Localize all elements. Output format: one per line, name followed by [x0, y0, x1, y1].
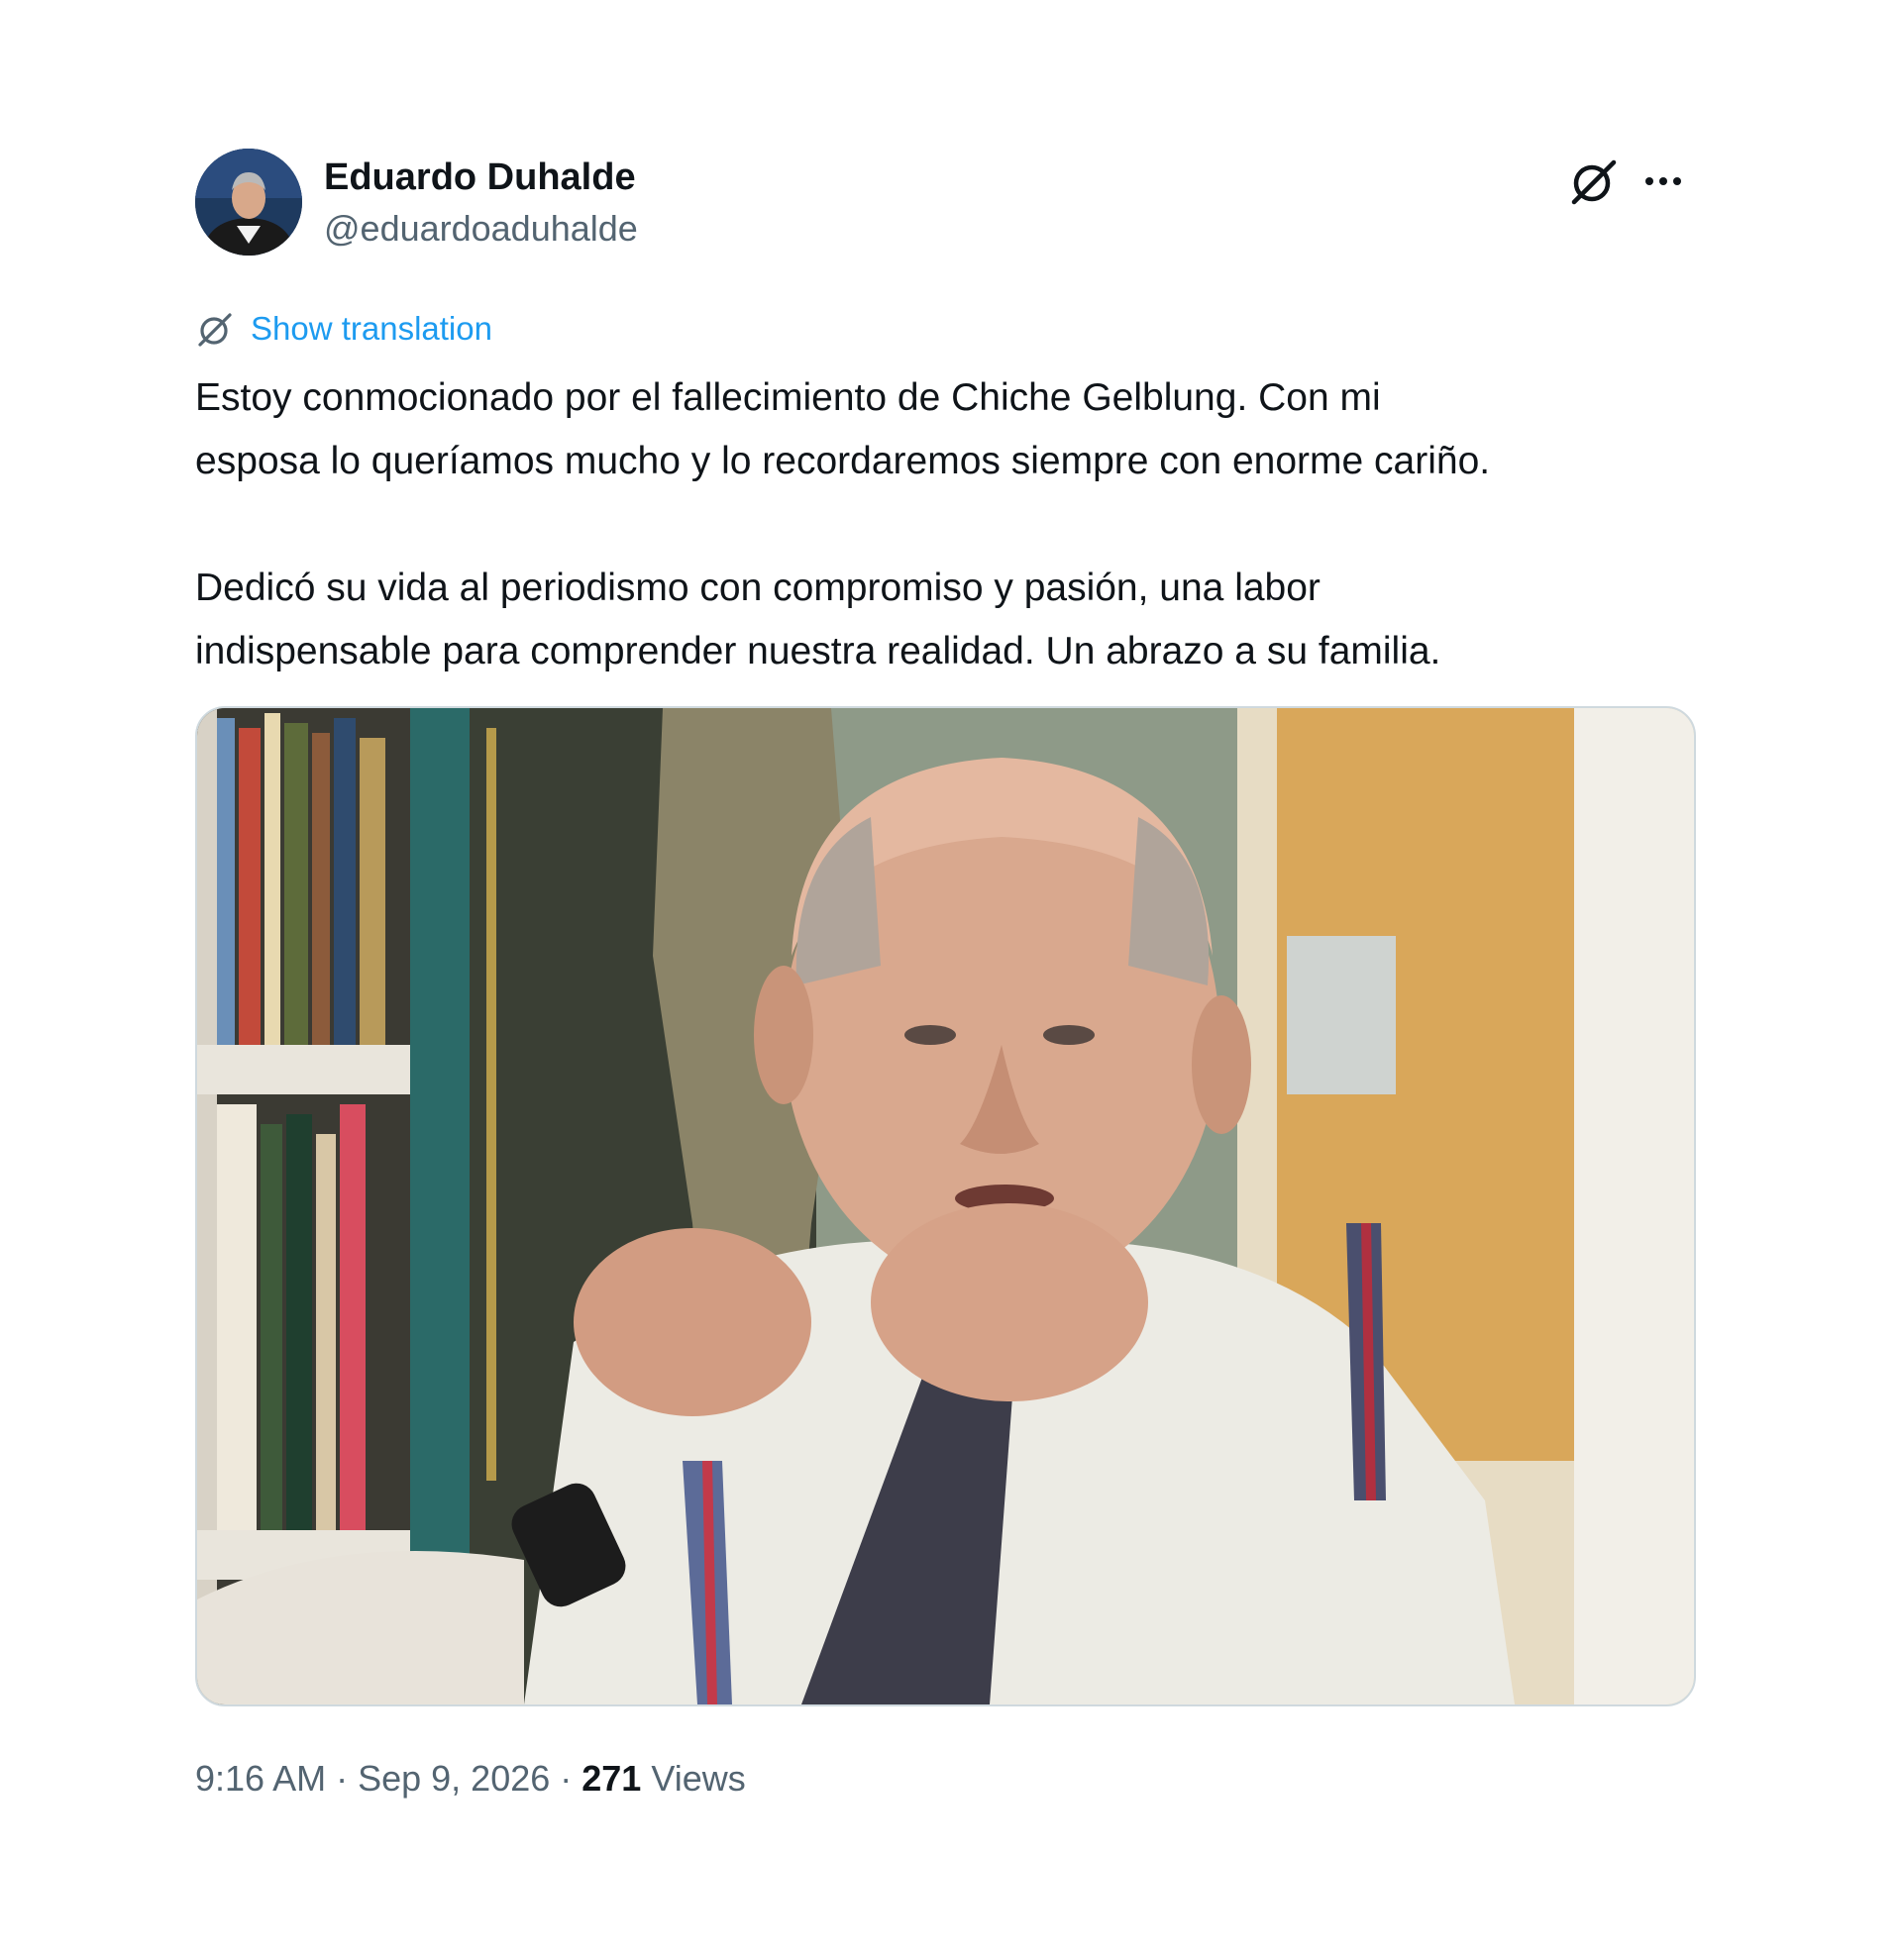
tweet-meta: 9:16 AM · Sep 9, 2026 · 271 Views	[195, 1758, 746, 1800]
author-name[interactable]: Eduardo Duhalde	[324, 156, 636, 199]
grok-button[interactable]	[1567, 155, 1621, 208]
tweet-text-line: Estoy conmocionado por el fallecimiento …	[195, 376, 1381, 419]
show-translation-link[interactable]: Show translation	[195, 305, 492, 353]
grok-icon	[198, 313, 232, 347]
meta-separator: ·	[326, 1758, 359, 1799]
tweet-header: Eduardo Duhalde @eduardoaduhalde	[195, 149, 1696, 258]
tweet-date[interactable]: Sep 9, 2026	[358, 1758, 550, 1799]
profile-photo-icon	[195, 149, 302, 256]
photo-illustration	[197, 708, 1694, 1704]
avatar[interactable]	[195, 149, 302, 256]
show-translation-label: Show translation	[251, 310, 492, 347]
views-label: Views	[651, 1758, 746, 1799]
tweet-text-line: indispensable para comprender nuestra re…	[195, 630, 1441, 672]
tweet-text-line: Dedicó su vida al periodismo con comprom…	[195, 567, 1321, 609]
more-horizontal-icon	[1645, 177, 1681, 185]
tweet-card: Eduardo Duhalde @eduardoaduhalde Show tr…	[195, 149, 1696, 1832]
tweet-photo[interactable]	[195, 706, 1696, 1706]
meta-separator: ·	[550, 1758, 582, 1799]
more-options-button[interactable]	[1637, 155, 1690, 208]
tweet-text: Estoy conmocionado por el fallecimiento …	[195, 366, 1696, 683]
tweet-time[interactable]: 9:16 AM	[195, 1758, 326, 1799]
views-count: 271	[581, 1758, 642, 1799]
grok-icon	[1571, 159, 1617, 205]
tweet-text-line: esposa lo queríamos mucho y lo recordare…	[195, 440, 1491, 482]
author-handle[interactable]: @eduardoaduhalde	[324, 208, 638, 250]
